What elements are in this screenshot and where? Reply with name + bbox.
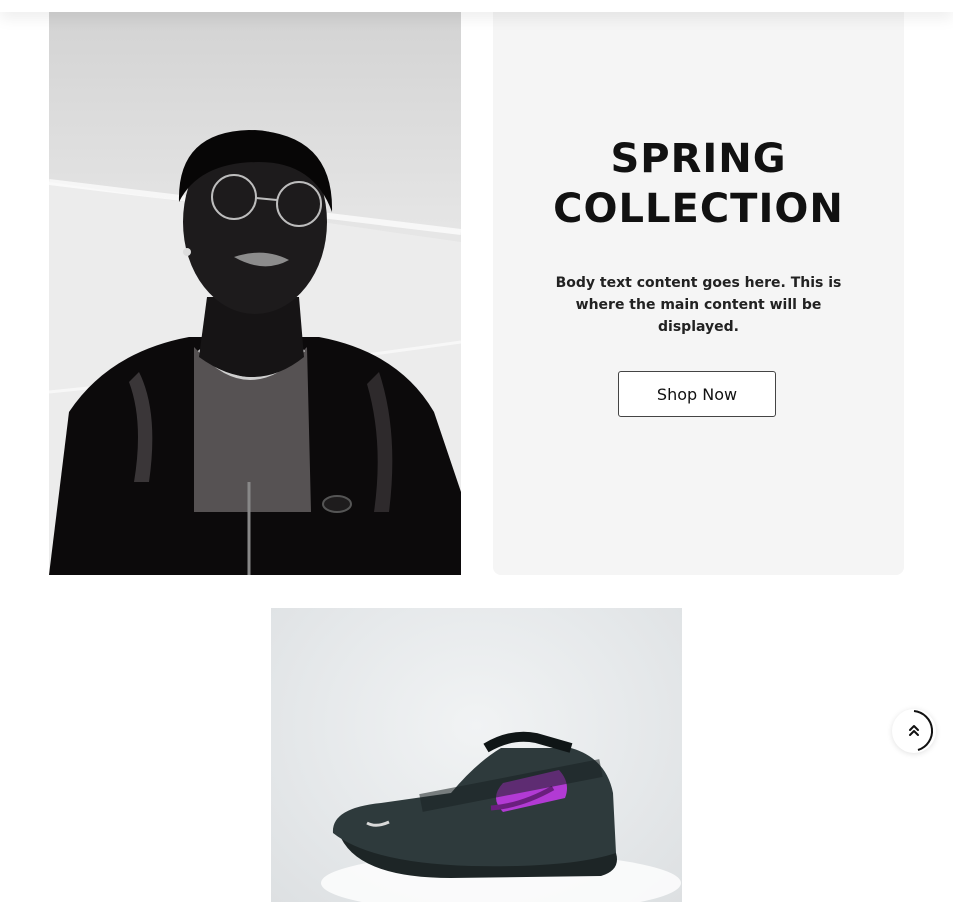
header-bar	[0, 0, 953, 12]
shop-now-button[interactable]: Shop Now	[618, 371, 776, 417]
portrait-illustration	[49, 130, 461, 575]
promo-title: SPRING COLLECTION	[553, 136, 844, 232]
scroll-to-top-button[interactable]	[892, 709, 936, 753]
double-chevron-up-icon	[909, 710, 934, 751]
promo-body-text: Body text content goes here. This is whe…	[555, 275, 842, 335]
product-sneaker-image	[271, 608, 682, 902]
promo-card: SPRING COLLECTION Body text content goes…	[493, 12, 904, 575]
hero-portrait-image	[49, 12, 461, 575]
sneaker-illustration	[321, 731, 681, 902]
